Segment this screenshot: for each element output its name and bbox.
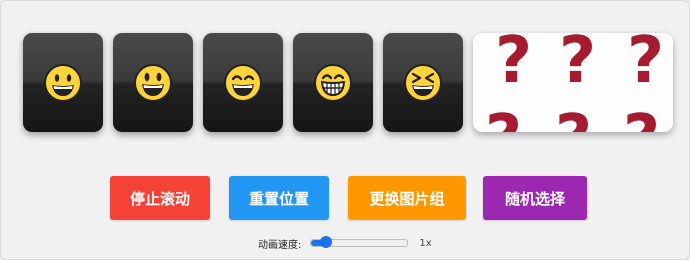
squinting-laughing-face-icon bbox=[404, 63, 442, 102]
emoji-card bbox=[293, 33, 373, 132]
smiley-face-icon bbox=[134, 63, 172, 102]
question-mark-glyph: ? bbox=[485, 107, 522, 132]
question-mark-glyph: ? bbox=[559, 33, 597, 98]
question-mark-glyph: ? bbox=[627, 33, 665, 98]
question-mark-glyph: ? bbox=[495, 33, 533, 98]
emoji-card bbox=[113, 33, 193, 132]
speed-label: 动画速度: bbox=[258, 239, 302, 251]
grinning-face-icon bbox=[44, 63, 82, 102]
speed-control: 动画速度: 1x bbox=[258, 236, 432, 251]
emoji-card bbox=[23, 33, 103, 132]
grin-smiling-eyes-icon bbox=[224, 63, 262, 102]
question-mark-glyph: ? bbox=[555, 107, 592, 132]
reset-position-button[interactable]: 重置位置 bbox=[229, 176, 329, 220]
emoji-card bbox=[383, 33, 463, 132]
emoji-card bbox=[203, 33, 283, 132]
random-select-button[interactable]: 随机选择 bbox=[483, 176, 587, 220]
grimacing-teeth-face-icon bbox=[314, 63, 352, 102]
question-mark-card: ? ? ? ? ? ? bbox=[473, 33, 673, 132]
question-mark-glyph: ? bbox=[623, 107, 660, 132]
speed-slider-thumb[interactable] bbox=[319, 236, 332, 248]
stop-scroll-button[interactable]: 停止滚动 bbox=[110, 176, 210, 220]
switch-image-group-button[interactable]: 更换图片组 bbox=[348, 176, 466, 220]
speed-slider[interactable] bbox=[310, 236, 409, 248]
speed-value: 1x bbox=[419, 237, 432, 249]
